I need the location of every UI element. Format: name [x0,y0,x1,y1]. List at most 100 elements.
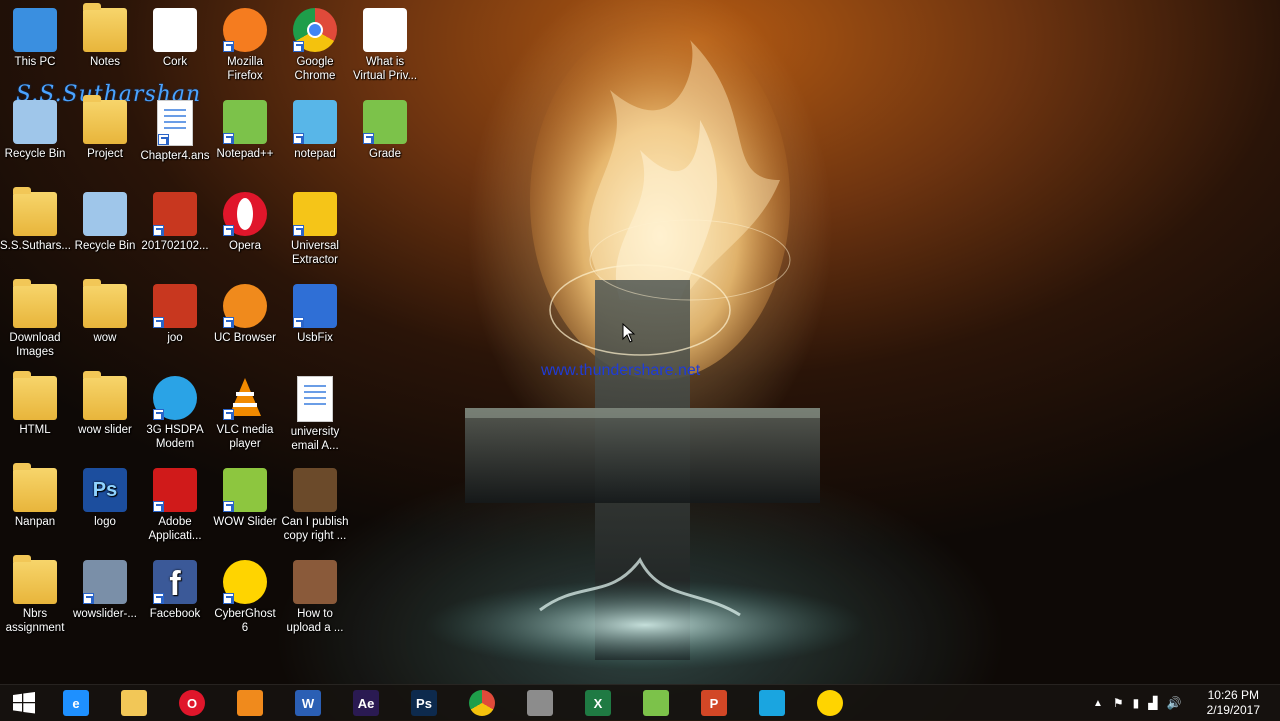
shortcut-arrow-icon [153,225,164,236]
volume-icon[interactable]: 🔊 [1167,696,1182,710]
desktop-icon[interactable]: How to upload a ... [280,560,350,635]
desktop-icon[interactable]: This PC [0,8,70,69]
desktop-icon[interactable]: Nbrs assignment [0,555,70,635]
desktop-icon[interactable]: Can I publish copy right ... [280,468,350,543]
notepadpp-icon [643,690,669,716]
desktop-icon[interactable]: Grade [350,100,420,161]
desktop-icon[interactable]: What is Virtual Priv... [350,8,420,83]
taskbar-item[interactable]: Ps [400,688,448,718]
desktop-icon-label: university email A... [290,426,340,452]
desktop-icon-label: logo [94,516,116,528]
desktop-icon[interactable]: HTML [0,371,70,437]
desktop-icon-label: 201702102... [141,240,209,252]
taskbar-item[interactable]: W [284,688,332,718]
desktop-icon[interactable]: Notes [70,3,140,69]
folder-icon [13,371,57,420]
shortcut-arrow-icon [153,317,164,328]
desktop-icon-label: notepad [294,148,336,160]
shortcut-arrow-icon [223,225,234,236]
taskbar-item[interactable]: Ae [342,688,390,718]
app-grid-icon [527,690,553,716]
desktop-icon[interactable]: Notepad++ [210,100,280,161]
taskbar-item[interactable]: O [168,688,216,718]
taskbar-item[interactable]: e [52,688,100,718]
desktop-icon-label: Opera [229,240,261,252]
taskbar-item[interactable] [806,688,854,718]
desktop-icon[interactable]: Mozilla Firefox [210,8,280,83]
desktop-icon[interactable]: Universal Extractor [280,192,350,267]
mouse-cursor-icon [622,323,636,343]
power-icon[interactable]: ▮ [1133,696,1140,710]
desktop-icon[interactable]: VLC media player [210,376,280,451]
pdf-icon [153,192,197,236]
desktop-icon[interactable]: wow slider [70,371,140,437]
taskbar-item[interactable] [748,688,796,718]
desktop-icon[interactable]: Google Chrome [280,8,350,83]
desktop-icon[interactable]: Adobe Applicati... [140,468,210,543]
desktop-icon[interactable]: notepad [280,100,350,161]
taskbar-item[interactable]: X [574,688,622,718]
desktop-icon[interactable]: wowslider-... [70,560,140,621]
start-button[interactable] [0,688,48,718]
desktop-icon[interactable]: university email A... [280,376,350,453]
screen-recorder-icon [759,690,785,716]
clock[interactable]: 10:26 PM 2/19/2017 [1207,688,1260,718]
opera-icon: O [179,690,205,716]
desktop-icon[interactable]: Nanpan [0,463,70,529]
desktop-icon[interactable]: wow [70,279,140,345]
taskbar-item-glyph-text: e [72,695,80,711]
desktop-icon[interactable]: 201702102... [140,192,210,253]
desktop-icon-label: Grade [369,148,401,160]
desktop-icon[interactable]: Cork [140,8,210,69]
desktop-icon[interactable]: Opera [210,192,280,253]
word-icon: W [295,690,321,716]
desktop-icon[interactable]: Ps logo [70,468,140,529]
photoshop-icon: Ps [411,690,437,716]
desktop-icon-label: Facebook [149,608,201,620]
desktop-icon[interactable]: UsbFix [280,284,350,345]
desktop-icon[interactable]: f Facebook [140,560,210,621]
shortcut-arrow-icon [223,501,234,512]
taskbar-item[interactable] [632,688,680,718]
desktop-icon-label: S.S.Suthars... [0,240,71,252]
desktop-icon-label: Project [87,148,123,160]
taskbar-item[interactable] [110,688,158,718]
taskbar-item[interactable] [226,688,274,718]
pdf-icon [153,284,197,328]
video-thumbnail-icon [293,468,337,512]
shortcut-arrow-icon [363,133,374,144]
show-hidden-icons-icon[interactable]: ▲ [1093,698,1103,709]
desktop-icon[interactable]: Chapter4.ans [140,100,210,163]
shortcut-arrow-icon [223,317,234,328]
action-center-icon[interactable]: ⚑ [1113,696,1124,710]
desktop-icon-label: VLC media player [216,424,274,450]
desktop-icon-label: Chapter4.ans [140,150,210,162]
taskbar-item-glyph-text: X [593,695,603,711]
word-doc-icon [157,100,193,146]
taskbar-item-glyph-text: W [301,695,315,711]
desktop-icon[interactable]: Recycle Bin [70,192,140,253]
desktop-icon[interactable]: 3G HSDPA Modem [140,376,210,451]
desktop-icon[interactable]: S.S.Suthars... [0,187,71,253]
desktop-icon[interactable]: Recycle Bin [0,100,70,161]
taskbar-item[interactable] [458,688,506,718]
desktop-icon[interactable]: Project [70,95,140,161]
desktop-icon[interactable]: UC Browser [210,284,280,345]
shortcut-arrow-icon [223,133,234,144]
desktop-icon-label: Download Images [9,332,61,358]
shortcut-arrow-icon [223,41,234,52]
chrome-icon [293,8,337,52]
shortcut-arrow-icon [223,593,234,604]
taskbar-item[interactable] [516,688,564,718]
notepadpp-icon [223,100,267,144]
desktop-icon[interactable]: joo [140,284,210,345]
desktop-icon[interactable]: Download Images [0,279,70,359]
network-icon[interactable]: ▟ [1148,696,1157,710]
desktop-icon[interactable]: WOW Slider [210,468,280,529]
desktop-icon[interactable]: CyberGhost 6 [210,560,280,635]
taskbar-item[interactable]: P [690,688,738,718]
recycle-bin-full-icon [83,192,127,236]
taskbar-item-glyph-text: Ps [416,695,432,711]
clock-time: 10:26 PM [1207,688,1259,702]
desktop-icon-label: How to upload a ... [286,608,344,634]
